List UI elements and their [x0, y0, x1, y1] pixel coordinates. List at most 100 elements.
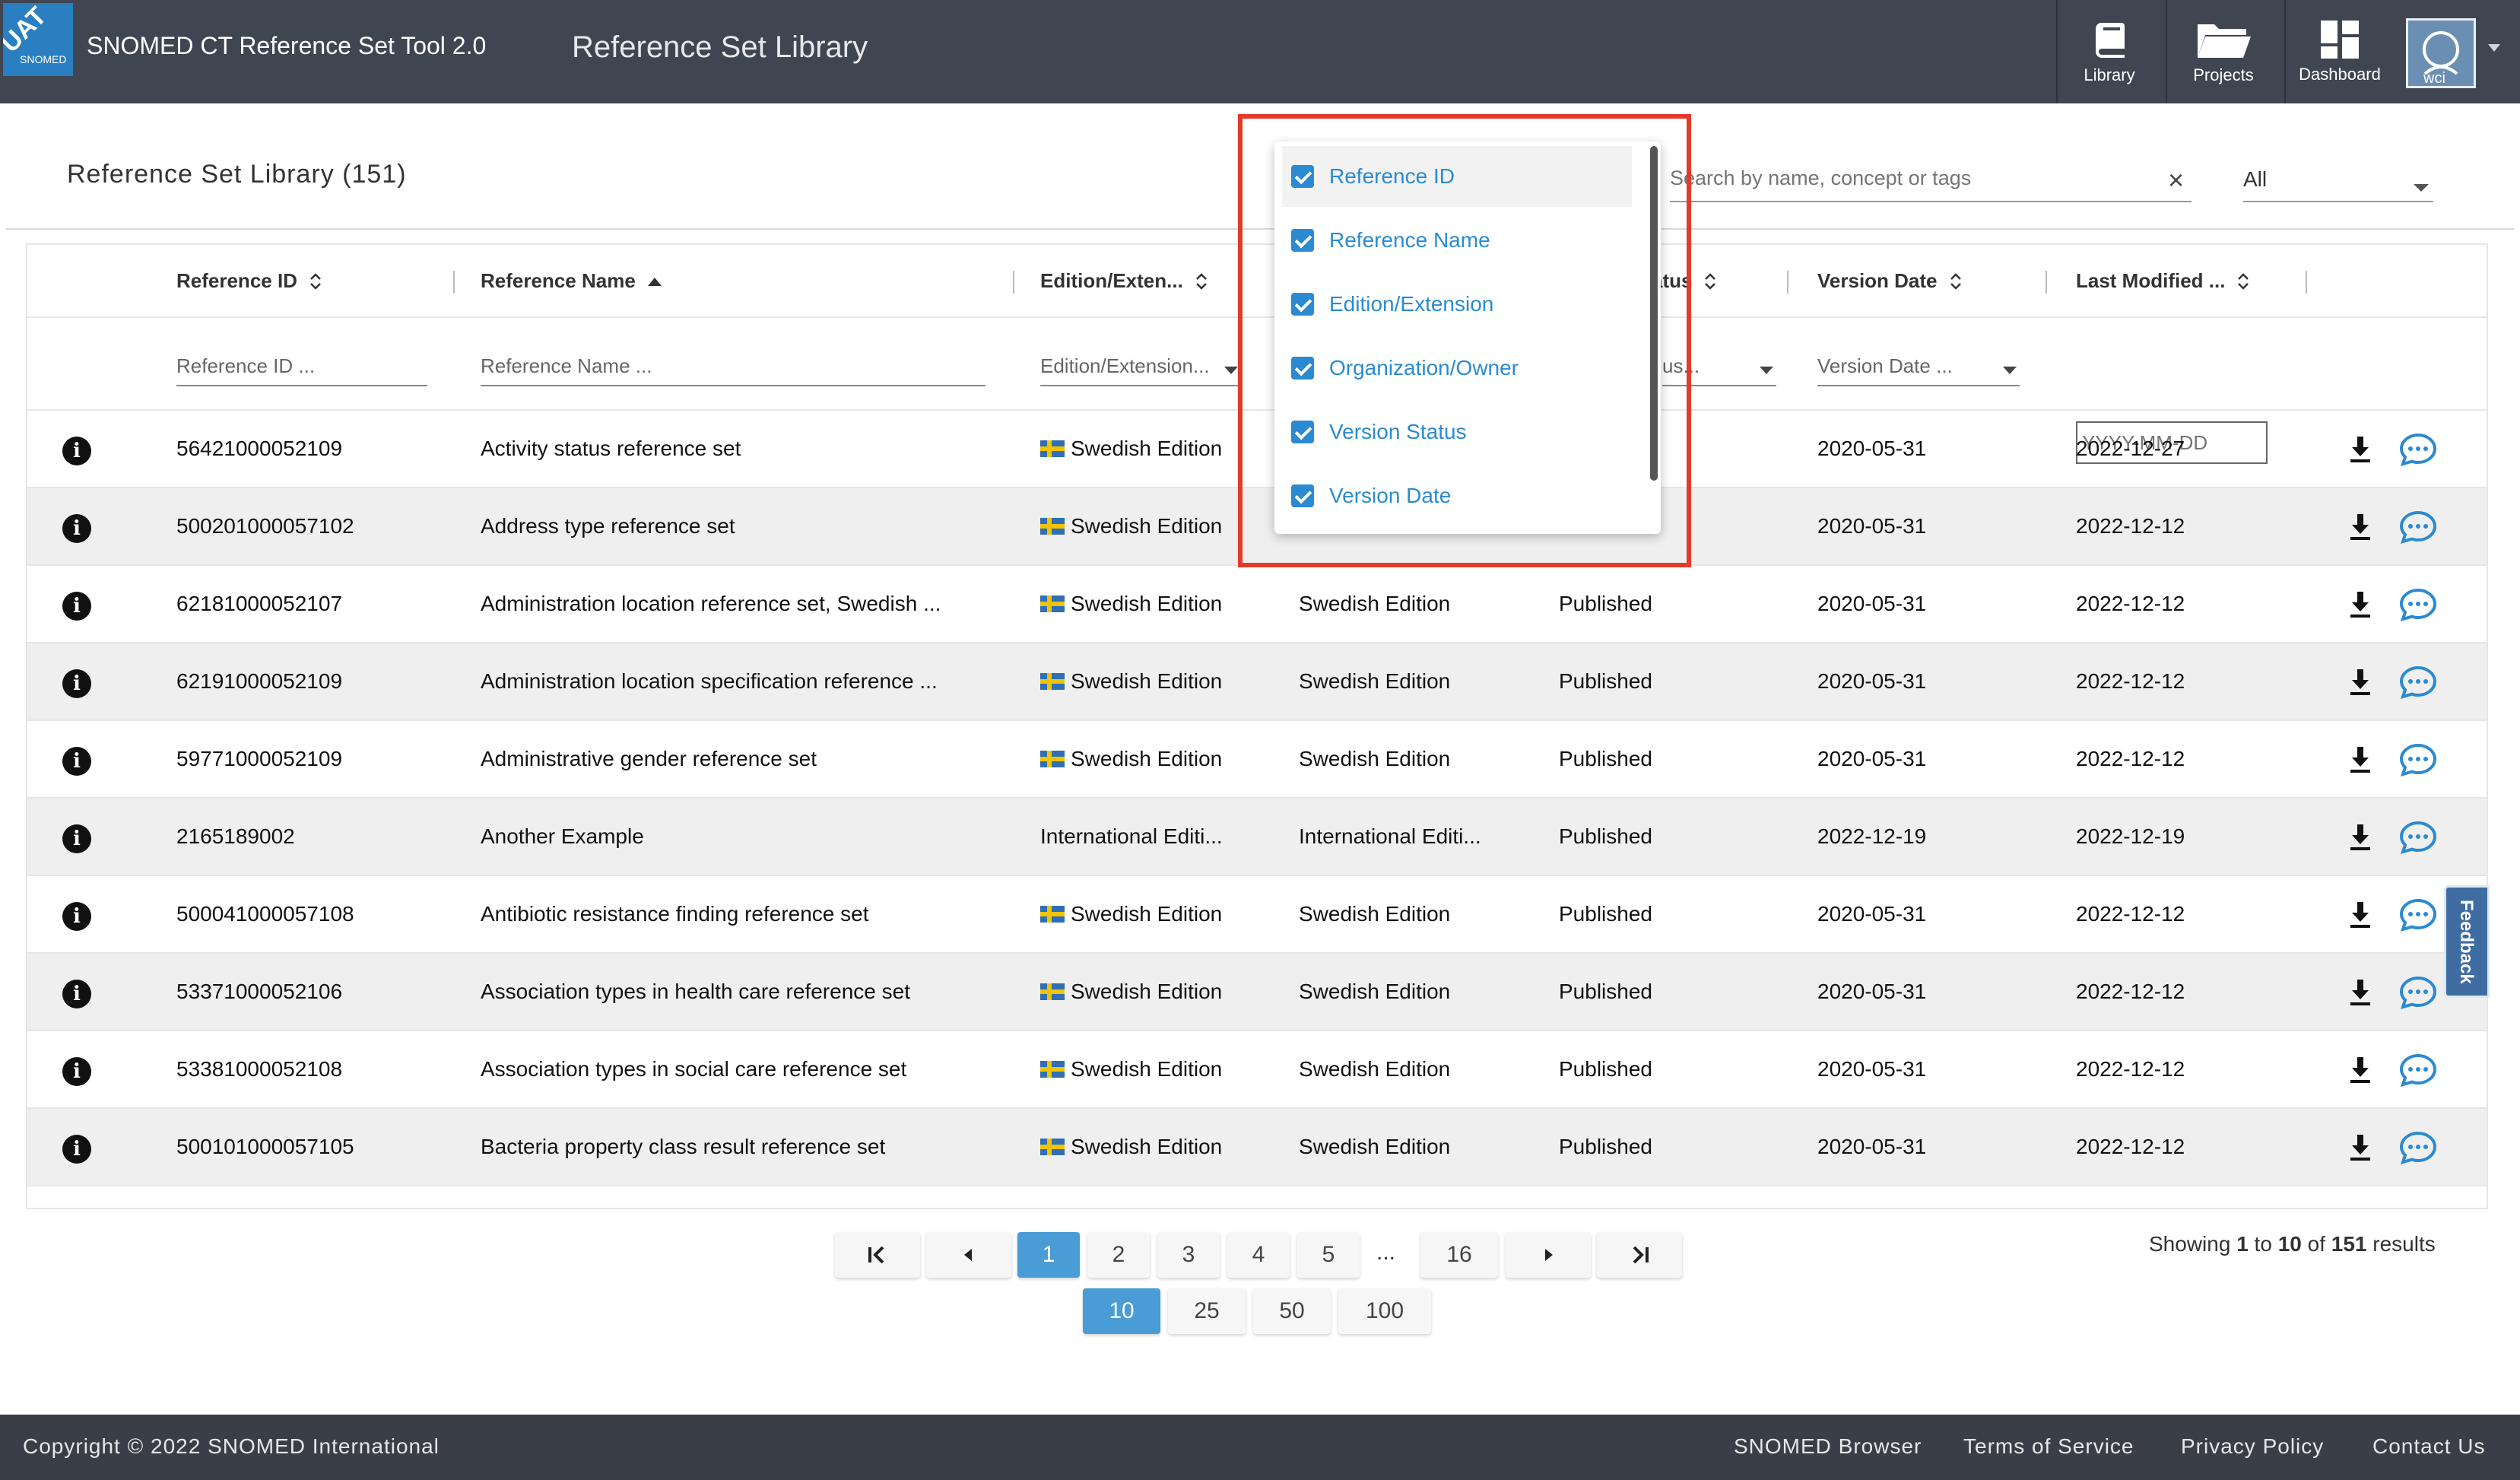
checkbox-checked-icon[interactable] [1291, 484, 1314, 507]
footer-link-snomed-browser[interactable]: SNOMED Browser [1734, 1434, 1922, 1459]
comment-icon[interactable] [2398, 587, 2438, 622]
page-button-16[interactable]: 16 [1420, 1232, 1498, 1278]
filter-select[interactable]: All [2243, 157, 2433, 202]
download-icon[interactable] [2347, 589, 2374, 619]
filter-edition[interactable]: Edition/Extension... [1040, 354, 1241, 386]
table-row[interactable]: i 2165189002 Another Example International … [27, 799, 2487, 876]
table-row[interactable]: i 53371000052106 Association types in heal… [27, 954, 2487, 1031]
column-separator[interactable] [453, 271, 455, 294]
avatar-caret-icon[interactable] [2488, 44, 2500, 52]
info-icon[interactable]: i [62, 824, 91, 853]
col-version-date[interactable]: Version Date [1817, 269, 1963, 293]
download-icon[interactable] [2347, 821, 2374, 852]
comment-icon[interactable] [2398, 1053, 2438, 1088]
checkbox-checked-icon[interactable] [1291, 293, 1314, 316]
col-edition[interactable]: Edition/Exten... [1040, 269, 1209, 293]
page-size-100[interactable]: 100 [1338, 1288, 1431, 1334]
last-page-button[interactable] [1597, 1232, 1682, 1278]
checkbox-checked-icon[interactable] [1291, 421, 1314, 443]
footer-link-privacy[interactable]: Privacy Policy [2181, 1434, 2324, 1459]
table-row[interactable]: i 62181000052107 Administration location r… [27, 566, 2487, 643]
page-button-1[interactable]: 1 [1017, 1232, 1080, 1278]
comment-icon[interactable] [2398, 1130, 2438, 1165]
page-button-4[interactable]: 4 [1227, 1232, 1290, 1278]
download-icon[interactable] [2347, 434, 2374, 464]
chooser-option-reference-name[interactable]: Reference Name [1282, 210, 1632, 271]
download-icon[interactable] [2347, 1132, 2374, 1162]
column-separator[interactable] [1787, 271, 1788, 294]
comment-icon[interactable] [2398, 742, 2438, 777]
checkbox-checked-icon[interactable] [1291, 357, 1314, 380]
info-icon[interactable]: i [62, 902, 91, 931]
comment-icon[interactable] [2398, 510, 2438, 545]
comment-icon[interactable] [2398, 820, 2438, 855]
info-icon[interactable]: i [62, 1135, 91, 1164]
filter-reference-id[interactable]: Reference ID ... [176, 354, 427, 386]
info-icon[interactable]: i [62, 669, 91, 698]
download-icon[interactable] [2347, 511, 2374, 542]
comment-icon[interactable] [2398, 432, 2438, 467]
snomed-logo[interactable]: UAT SNOMED [3, 3, 73, 76]
page-size-25[interactable]: 25 [1168, 1288, 1246, 1334]
download-icon[interactable] [2347, 899, 2374, 929]
info-icon[interactable]: i [62, 514, 91, 543]
feedback-label: Feedback [2456, 900, 2477, 984]
col-reference-name[interactable]: Reference Name [481, 269, 663, 293]
nav-library[interactable]: Library [2056, 0, 2161, 103]
col-reference-id[interactable]: Reference ID [176, 269, 323, 293]
chooser-option-owner[interactable]: Organization/Owner [1282, 338, 1632, 399]
table-row[interactable]: i 500041000057108 Antibiotic resistance fi… [27, 876, 2487, 954]
column-separator[interactable] [1013, 271, 1014, 294]
info-icon[interactable]: i [62, 592, 91, 621]
nav-projects[interactable]: Projects [2166, 0, 2280, 103]
next-page-button[interactable] [1506, 1232, 1591, 1278]
col-last-modified[interactable]: Last Modified ... [2076, 269, 2251, 293]
footer-link-contact[interactable]: Contact Us [2372, 1434, 2486, 1459]
column-separator[interactable] [2306, 271, 2307, 294]
download-icon[interactable] [2347, 1054, 2374, 1085]
comment-icon[interactable] [2398, 665, 2438, 700]
filter-reference-name[interactable]: Reference Name ... [481, 354, 985, 386]
comment-icon[interactable] [2398, 975, 2438, 1010]
page-button-3[interactable]: 3 [1157, 1232, 1220, 1278]
user-avatar[interactable]: wci [2406, 18, 2476, 88]
checkbox-checked-icon[interactable] [1291, 229, 1314, 252]
chooser-option-reference-id[interactable]: Reference ID [1282, 146, 1632, 207]
page-size-50[interactable]: 50 [1253, 1288, 1331, 1334]
comment-icon[interactable] [2398, 897, 2438, 932]
cell-reference-name: Bacteria property class result reference… [481, 1135, 885, 1159]
info-icon[interactable]: i [62, 747, 91, 776]
download-icon[interactable] [2347, 666, 2374, 697]
checkbox-checked-icon[interactable] [1291, 165, 1314, 188]
table-row[interactable]: i 500101000057105 Bacteria property class … [27, 1109, 2487, 1186]
download-icon[interactable] [2347, 977, 2374, 1007]
showing-total: 151 [2331, 1232, 2367, 1256]
feedback-tab[interactable]: Feedback [2444, 885, 2490, 998]
option-label: Version Status [1329, 420, 1467, 443]
chooser-option-version-date[interactable]: Version Date [1282, 465, 1632, 526]
table-row[interactable]: i 53381000052108 Association types in soci… [27, 1031, 2487, 1109]
table-row[interactable]: i 62191000052109 Administration location s… [27, 643, 2487, 721]
table-row[interactable]: i 59771000052109 Administrative gender ref… [27, 721, 2487, 799]
download-icon[interactable] [2347, 744, 2374, 774]
search-input[interactable] [1670, 157, 2141, 199]
cell-version-date-text: 2020-05-31 [1817, 902, 1927, 926]
page-button-5[interactable]: 5 [1297, 1232, 1360, 1278]
filter-version-date[interactable]: Version Date ... [1817, 354, 2020, 386]
dashboard-icon [2321, 21, 2359, 59]
info-icon[interactable]: i [62, 437, 91, 465]
column-separator[interactable] [2046, 271, 2047, 294]
page-button-2[interactable]: 2 [1087, 1232, 1150, 1278]
cell-reference-name-text: Another Example [481, 824, 644, 848]
chooser-scrollbar[interactable] [1650, 146, 1658, 481]
info-icon[interactable]: i [62, 1057, 91, 1086]
nav-dashboard[interactable]: Dashboard [2284, 0, 2394, 103]
first-page-button[interactable] [835, 1232, 920, 1278]
chooser-option-version-status[interactable]: Version Status [1282, 402, 1632, 462]
prev-page-button[interactable] [926, 1232, 1011, 1278]
page-size-10[interactable]: 10 [1083, 1288, 1160, 1334]
info-icon[interactable]: i [62, 980, 91, 1008]
footer-link-terms[interactable]: Terms of Service [1963, 1434, 2134, 1459]
chooser-option-edition[interactable]: Edition/Extension [1282, 274, 1632, 335]
clear-search-icon[interactable]: × [2168, 164, 2184, 196]
